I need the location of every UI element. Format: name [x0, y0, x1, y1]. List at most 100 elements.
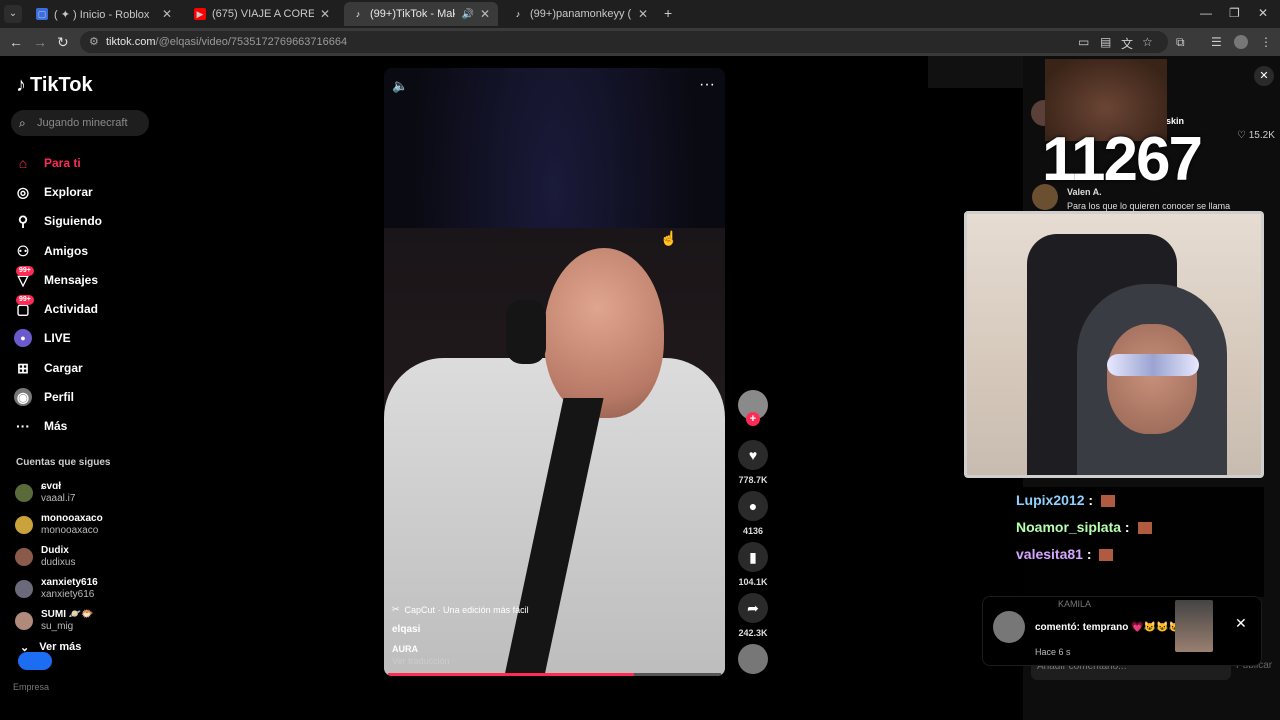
- notification-badge: 99+: [16, 266, 34, 277]
- tab-bar: ⌄ ▢ ( ✦ ) Inicio - Roblox ✕ ▶ (675) VIAJ…: [0, 0, 1280, 28]
- url-host: tiktok.com: [106, 36, 156, 48]
- maximize-icon[interactable]: ❐: [1229, 6, 1240, 20]
- tab-roblox[interactable]: ▢ ( ✦ ) Inicio - Roblox ✕: [28, 2, 180, 26]
- follow-plus-icon[interactable]: +: [746, 412, 760, 426]
- following-names: monooaxaco monooaxaco: [41, 513, 103, 537]
- search-input[interactable]: ⌕ Jugando minecraft: [11, 110, 149, 136]
- author-avatar[interactable]: +: [738, 390, 768, 426]
- following-name: Dudix: [41, 545, 69, 556]
- emote-icon: [1137, 522, 1152, 535]
- chat-username: valesita81: [1016, 546, 1083, 562]
- sidebar-item-para-ti[interactable]: ⌂ Para ti: [14, 148, 144, 177]
- back-icon[interactable]: ←: [9, 34, 23, 50]
- close-panel-icon[interactable]: ✕: [1254, 66, 1274, 86]
- music-disc-avatar[interactable]: [738, 644, 768, 674]
- close-icon[interactable]: ✕: [162, 7, 172, 21]
- sidebar-item-amigos[interactable]: ⚇ Amigos: [14, 236, 144, 265]
- following-item[interactable]: ɕvɑł vaaal.i7: [15, 477, 103, 509]
- address-bar[interactable]: ⚙ tiktok.com/@elqasi/video/7535172769663…: [80, 31, 1168, 53]
- overlay-counter: 11267: [1042, 125, 1203, 194]
- following-username: xanxiety616: [41, 589, 95, 600]
- sidebar-item-siguiendo[interactable]: ⚲ Siguiendo: [14, 207, 144, 236]
- reading-list-icon[interactable]: ☰: [1211, 35, 1222, 49]
- following-item[interactable]: Dudix dudixus: [15, 541, 103, 573]
- cast-icon[interactable]: ▭: [1078, 35, 1089, 49]
- translate-icon[interactable]: 文: [1121, 35, 1133, 52]
- minimize-icon[interactable]: —: [1200, 6, 1212, 20]
- following-names: Dudix dudixus: [41, 545, 75, 569]
- browser-window: ⌄ ▢ ( ✦ ) Inicio - Roblox ✕ ▶ (675) VIAJ…: [0, 0, 1280, 720]
- friends-icon: ⚇: [16, 242, 30, 259]
- sidebar-item-label: Mensajes: [44, 272, 99, 287]
- translate-link[interactable]: Ver traducción: [392, 656, 450, 666]
- tiktok-icon: ♪: [355, 9, 361, 19]
- following-names: SUMI 🪐🐡 su_mig: [41, 609, 94, 633]
- following-item[interactable]: xanxiety616 xanxiety616: [15, 573, 103, 605]
- search-placeholder: Jugando minecraft: [37, 117, 128, 129]
- following-item[interactable]: SUMI 🪐🐡 su_mig: [15, 605, 103, 637]
- close-icon[interactable]: ✕: [320, 7, 330, 21]
- following-username: su_mig: [41, 621, 74, 632]
- tab-youtube[interactable]: ▶ (675) VIAJE A COREA DEL SUR ✕: [186, 2, 338, 26]
- tab-title: (99+)TikTok - Make Your Da: [370, 8, 456, 20]
- sidebar-item-perfil[interactable]: ◉ Perfil: [14, 382, 144, 411]
- following-name: xanxiety616: [41, 577, 98, 588]
- sidebar-item-actividad[interactable]: ▢ 99+ Actividad: [14, 294, 144, 323]
- avatar: [15, 612, 33, 630]
- video-author[interactable]: elqasi: [392, 624, 420, 635]
- video-player[interactable]: 🔈 ··· ✂ CapCut · Una edición más fácil e…: [384, 68, 725, 676]
- new-tab-button[interactable]: +: [664, 5, 672, 21]
- tab-search-button[interactable]: ⌄: [4, 5, 22, 23]
- comment-like[interactable]: ♡ 15.2K: [1237, 130, 1275, 141]
- tiktok-logo[interactable]: ♪ TikTok: [16, 74, 93, 97]
- following-item[interactable]: monooaxaco monooaxaco: [15, 509, 103, 541]
- menu-dots-icon[interactable]: ⋮: [1260, 35, 1272, 49]
- close-icon[interactable]: ✕: [1235, 615, 1247, 632]
- extensions-icon[interactable]: ⧉: [1176, 35, 1185, 50]
- window-close-icon[interactable]: ✕: [1258, 6, 1268, 20]
- reload-icon[interactable]: ↻: [57, 34, 69, 51]
- bookmark-icon[interactable]: ▮: [738, 542, 768, 572]
- share-icon[interactable]: ➦: [738, 593, 768, 623]
- url-path: /@elqasi/video/7535172769663716664: [155, 36, 348, 48]
- avatar: [15, 484, 33, 502]
- notification-time: Hace 6 s: [1035, 647, 1071, 657]
- audio-icon[interactable]: 🔊: [461, 9, 473, 20]
- page-icon[interactable]: ▤: [1100, 35, 1111, 49]
- sidebar-item-live[interactable]: ● LIVE: [14, 324, 144, 353]
- volume-icon[interactable]: 🔈: [392, 78, 408, 94]
- search-icon: ⌕: [19, 116, 26, 130]
- extension-toggle[interactable]: [18, 652, 52, 670]
- profile-avatar[interactable]: [1234, 35, 1248, 49]
- sidebar-item-mensajes[interactable]: ▽ 99+ Mensajes: [14, 265, 144, 294]
- sidebar-item-label: Explorar: [44, 184, 93, 199]
- sidebar-item-explorar[interactable]: ◎ Explorar: [14, 177, 144, 206]
- tab-panamonkeyy[interactable]: ♪ (99+)panamonkeyy (@panamo ✕: [504, 2, 656, 26]
- heart-icon[interactable]: ♥: [738, 440, 768, 470]
- hand-cursor-icon: ☝: [660, 230, 678, 246]
- close-icon[interactable]: ✕: [480, 7, 490, 21]
- comment-notification[interactable]: KAMILA comentó: temprano 💗😺😺😺 Hace 6 s ✕: [982, 596, 1262, 666]
- live-icon: ●: [14, 329, 32, 348]
- video-progress-bar[interactable]: [388, 673, 721, 676]
- chat-username: Lupix2012: [1016, 492, 1085, 508]
- following-username: vaaal.i7: [41, 493, 76, 504]
- close-icon[interactable]: ✕: [638, 7, 648, 21]
- video-more-icon[interactable]: ···: [699, 76, 715, 94]
- more-icon: ···: [16, 418, 30, 435]
- site-info-icon[interactable]: ⚙: [89, 31, 99, 53]
- capcut-label[interactable]: ✂ CapCut · Una edición más fácil: [392, 604, 529, 615]
- footer-link[interactable]: Empresa: [13, 682, 49, 692]
- tab-tiktok[interactable]: ♪ (99+)TikTok - Make Your Da 🔊 ✕: [344, 2, 498, 26]
- sidebar-item-label: Amigos: [44, 243, 89, 258]
- streamer-webcam: [964, 211, 1264, 478]
- save-count: 104.1K: [738, 577, 768, 587]
- tiktok-logo-icon: ♪: [16, 74, 26, 96]
- comment-icon[interactable]: ●: [738, 491, 768, 521]
- sidebar-item-mas[interactable]: ··· Más: [14, 412, 144, 441]
- sidebar-item-cargar[interactable]: ⊞ Cargar: [14, 353, 144, 382]
- stream-chat-overlay: Lupix2012 : Noamor_siplata : valesita81 …: [1008, 487, 1264, 597]
- forward-icon[interactable]: →: [33, 34, 47, 50]
- bookmark-star-icon[interactable]: ☆: [1142, 35, 1153, 49]
- logo-text: TikTok: [30, 74, 93, 96]
